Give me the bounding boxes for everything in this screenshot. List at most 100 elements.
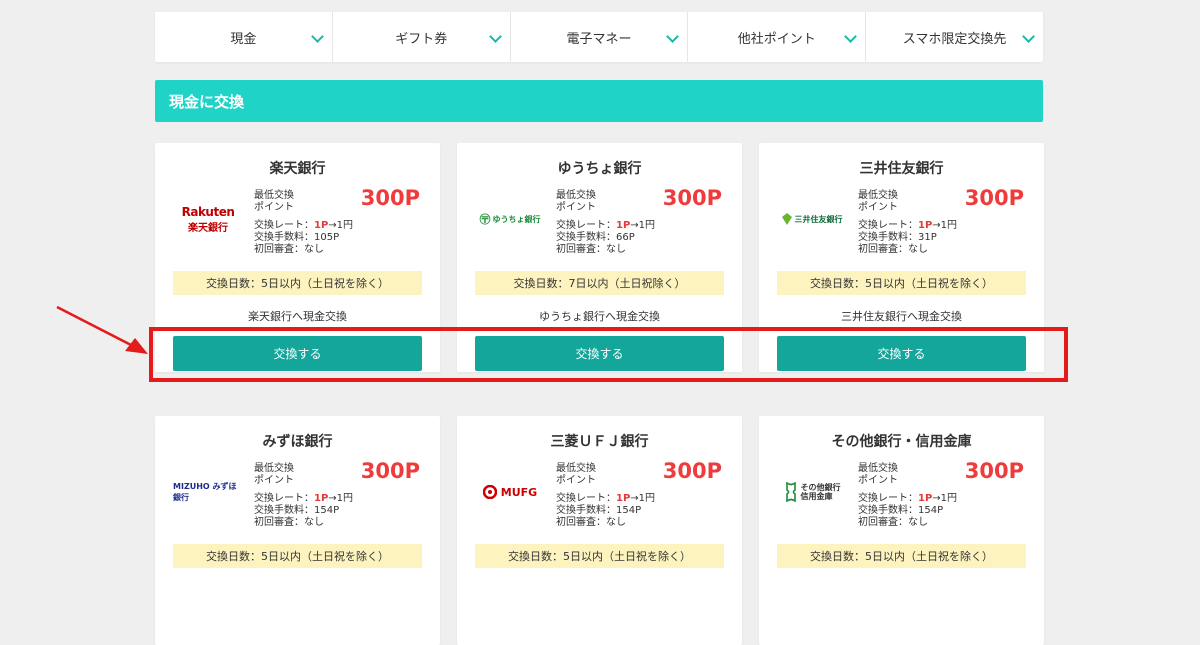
exchange-info: 最低交換 ポイント 交換レート：1P→1円 交換手数料：154P 初回審査：なし xyxy=(556,463,655,529)
min-label: 最低交換 xyxy=(254,190,294,201)
exchange-card-smbc: 三井住友銀行 三井住友銀行 最低交換 ポイント 交換レート：1P→1円 交換手数… xyxy=(759,143,1044,372)
chevron-down-icon xyxy=(666,30,680,43)
logo-text: 楽天銀行 xyxy=(188,222,228,234)
logo-text: その他銀行 xyxy=(800,483,841,492)
rate-yen: →1円 xyxy=(630,493,656,504)
review-line: 初回審査：なし xyxy=(556,517,626,528)
rakuten-bank-logo: Rakuten 楽天銀行 xyxy=(173,201,243,237)
exchange-days: 交換日数：5日以内（土日祝を除く） xyxy=(173,271,422,295)
fee-line: 交換手数料：31P xyxy=(858,232,937,243)
exchange-card-other-banks: その他銀行・信用金庫 その他銀行 信用金庫 最低交換 ポイント 交換レート：1P… xyxy=(759,416,1044,645)
min-label: ポイント xyxy=(556,475,596,486)
rate-points: 1P xyxy=(314,220,329,231)
exchange-button[interactable]: 交換する xyxy=(475,336,724,371)
chevron-down-icon xyxy=(1022,30,1035,43)
logo-text: MIZUHO みずほ銀行 xyxy=(173,482,237,502)
min-label: 最低交換 xyxy=(858,463,898,474)
mufg-mark-icon xyxy=(482,485,497,499)
card-title: みずほ銀行 xyxy=(262,434,333,450)
category-tabs: 現金 ギフト券 電子マネー 他社ポイント スマホ限定交換先 xyxy=(155,12,1043,62)
rate-label: 交換レート： xyxy=(858,493,918,504)
rate-line: 交換レート：1P→1円 xyxy=(556,220,655,232)
rate-label: 交換レート： xyxy=(858,220,918,231)
review-line: 初回審査：なし xyxy=(556,244,626,255)
rate-yen: →1円 xyxy=(328,493,354,504)
min-points-value: 300P xyxy=(964,186,1024,210)
rate-line: 交換レート：1P→1円 xyxy=(254,493,353,505)
rate-yen: →1円 xyxy=(932,493,958,504)
min-points-value: 300P xyxy=(964,459,1024,483)
review-line: 初回審査：なし xyxy=(858,517,928,528)
smbc-logo: 三井住友銀行 xyxy=(777,201,847,237)
fee-line: 交換手数料：66P xyxy=(556,232,635,243)
red-arrow-icon xyxy=(56,305,148,354)
rate-label: 交換レート： xyxy=(556,493,616,504)
rate-label: 交換レート： xyxy=(254,220,314,231)
chevron-down-icon xyxy=(488,30,502,43)
tab-other-points[interactable]: 他社ポイント xyxy=(687,12,865,62)
min-label: 最低交換 xyxy=(254,463,294,474)
fee-line: 交換手数料：154P xyxy=(858,505,944,516)
card-title: ゆうちょ銀行 xyxy=(557,161,642,177)
card-description: 楽天銀行へ現金交換 xyxy=(248,310,347,323)
exchange-days: 交換日数：5日以内（土日祝を除く） xyxy=(475,544,724,568)
fee-line: 交換手数料：105P xyxy=(254,232,340,243)
yucho-bank-logo: 〶ゆうちょ銀行 xyxy=(475,201,545,237)
tab-e-money[interactable]: 電子マネー xyxy=(509,12,688,62)
card-title: 三菱ＵＦＪ銀行 xyxy=(550,434,649,450)
rate-points: 1P xyxy=(616,220,631,231)
review-line: 初回審査：なし xyxy=(254,244,324,255)
tab-cash[interactable]: 現金 xyxy=(155,12,332,62)
rate-yen: →1円 xyxy=(328,220,354,231)
chevron-down-icon xyxy=(310,30,324,43)
tab-gift-card[interactable]: ギフト券 xyxy=(331,12,510,62)
exchange-card-mufg: 三菱ＵＦＪ銀行 MUFG 最低交換 ポイント 交換レート：1P→1円 交換手数料… xyxy=(457,416,742,645)
logo-text: 三井住友銀行 xyxy=(794,214,843,224)
tab-smartphone-only[interactable]: スマホ限定交換先 xyxy=(865,12,1043,62)
smbc-mark-icon xyxy=(781,213,792,225)
mufg-logo: MUFG xyxy=(475,474,545,510)
card-description: 三井住友銀行へ現金交換 xyxy=(841,310,962,323)
min-points-value: 300P xyxy=(360,186,420,210)
rate-points: 1P xyxy=(616,493,631,504)
min-label: ポイント xyxy=(254,202,294,213)
rate-line: 交換レート：1P→1円 xyxy=(556,493,655,505)
rate-line: 交換レート：1P→1円 xyxy=(858,493,957,505)
tab-label: 電子マネー xyxy=(566,31,632,47)
min-points-value: 300P xyxy=(662,459,722,483)
card-title: 楽天銀行 xyxy=(269,161,326,177)
logo-text: ゆうちょ銀行 xyxy=(492,214,541,224)
exchange-info: 最低交換 ポイント 交換レート：1P→1円 交換手数料：66P 初回審査：なし xyxy=(556,190,655,256)
review-line: 初回審査：なし xyxy=(254,517,324,528)
tab-label: 他社ポイント xyxy=(737,31,816,47)
logo-text: Rakuten xyxy=(181,204,235,219)
exchange-info: 最低交換 ポイント 交換レート：1P→1円 交換手数料：31P 初回審査：なし xyxy=(858,190,957,256)
rate-yen: →1円 xyxy=(630,220,656,231)
rate-points: 1P xyxy=(314,493,329,504)
rate-label: 交換レート： xyxy=(254,493,314,504)
fee-line: 交換手数料：154P xyxy=(556,505,642,516)
fee-line: 交換手数料：154P xyxy=(254,505,340,516)
card-title: 三井住友銀行 xyxy=(859,161,944,177)
min-points-value: 300P xyxy=(662,186,722,210)
card-title: その他銀行・信用金庫 xyxy=(831,434,972,450)
exchange-days: 交換日数：7日以内（土日祝除く） xyxy=(475,271,724,295)
min-points-value: 300P xyxy=(360,459,420,483)
exchange-card-yucho: ゆうちょ銀行 〶ゆうちょ銀行 最低交換 ポイント 交換レート：1P→1円 交換手… xyxy=(457,143,742,372)
rate-points: 1P xyxy=(918,220,933,231)
logo-text: 信用金庫 xyxy=(800,492,833,501)
exchange-button[interactable]: 交換する xyxy=(173,336,422,371)
building-icon xyxy=(785,482,796,502)
review-line: 初回審査：なし xyxy=(858,244,928,255)
exchange-info: 最低交換 ポイント 交換レート：1P→1円 交換手数料：154P 初回審査：なし xyxy=(858,463,957,529)
min-label: ポイント xyxy=(858,202,898,213)
chevron-down-icon xyxy=(844,30,858,43)
tab-label: ギフト券 xyxy=(395,31,448,47)
rate-points: 1P xyxy=(918,493,933,504)
min-label: ポイント xyxy=(556,202,596,213)
rate-yen: →1円 xyxy=(932,220,958,231)
exchange-card-rakuten: 楽天銀行 Rakuten 楽天銀行 最低交換 ポイント 交換レート：1P→1円 … xyxy=(155,143,440,372)
rate-line: 交換レート：1P→1円 xyxy=(254,220,353,232)
exchange-button[interactable]: 交換する xyxy=(777,336,1026,371)
card-description: ゆうちょ銀行へ現金交換 xyxy=(539,310,660,323)
